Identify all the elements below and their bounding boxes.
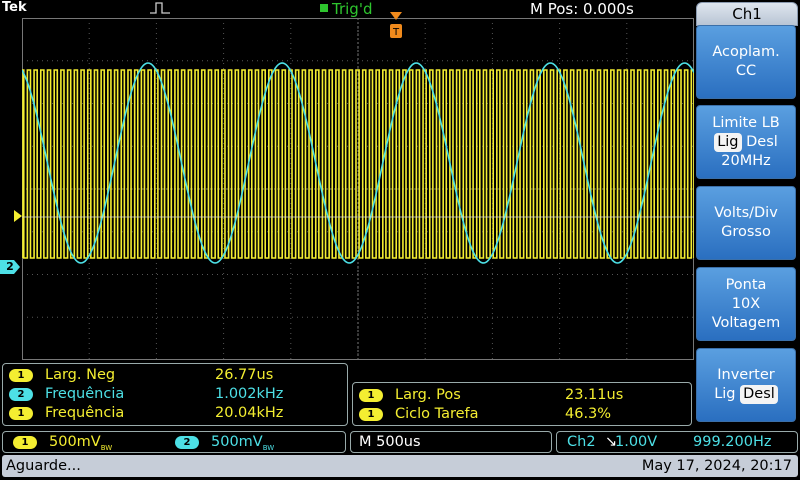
- measurement-value: 1.002kHz: [215, 386, 284, 402]
- bandwidth-limit-label: Limite LB: [712, 114, 780, 131]
- ch1-ground-marker-icon[interactable]: [14, 210, 22, 222]
- probe-attenuation: 10X: [731, 295, 761, 312]
- probe-label: Ponta: [725, 276, 767, 293]
- measurement-label: Frequência: [45, 386, 125, 402]
- measurement-label: Ciclo Tarefa: [395, 406, 479, 422]
- trigger-status-label: Trig'd: [332, 0, 373, 18]
- status-message: Aguarde...: [6, 458, 81, 474]
- measurements-panel-right: 1 Larg. Pos 23.11us 1 Ciclo Tarefa 46.3%: [352, 382, 692, 426]
- ch1-badge: 1: [359, 408, 383, 421]
- measurement-row: 1 Larg. Pos 23.11us: [359, 386, 623, 404]
- top-status-bar: Tek Trig'd M Pos: 0.000s: [0, 0, 694, 18]
- volts-div-label: Volts/Div: [714, 205, 778, 221]
- trigger-source: Ch2: [567, 434, 596, 450]
- ch2-bw-indicator: BW: [262, 443, 275, 452]
- coupling-button[interactable]: Acoplam. CC: [696, 25, 796, 99]
- horizontal-position: M Pos: 0.000s: [530, 0, 634, 18]
- volts-div-value: Grosso: [721, 224, 771, 240]
- side-menu-title: Ch1: [696, 2, 798, 26]
- measurement-value: 26.77us: [215, 367, 274, 383]
- measurement-value: 20.04kHz: [215, 405, 284, 421]
- measurement-label: Frequência: [45, 405, 125, 421]
- measurement-row: 1 Ciclo Tarefa 46.3%: [359, 405, 611, 423]
- svg-text:T: T: [392, 27, 400, 38]
- ch1-badge: 1: [13, 436, 37, 449]
- ch2-scale-value: 500mV: [211, 434, 263, 450]
- timebase-readout[interactable]: M 500us: [350, 431, 552, 453]
- probe-type: Voltagem: [711, 314, 781, 331]
- probe-button[interactable]: Ponta 10X Voltagem: [696, 267, 796, 341]
- brand-logo: Tek: [2, 0, 27, 15]
- measurement-label: Larg. Pos: [395, 387, 461, 403]
- trigger-readout[interactable]: Ch2 ↘ 1.00V 999.200Hz: [556, 431, 798, 453]
- measurement-row: 2 Frequência 1.002kHz: [9, 385, 283, 403]
- volts-div-button[interactable]: Volts/Div Grosso: [696, 186, 796, 260]
- timebase-value: M 500us: [359, 434, 421, 450]
- status-datetime: May 17, 2024, 20:17: [641, 458, 792, 474]
- bandwidth-limit-value: 20MHz: [721, 152, 771, 169]
- ch2-badge: 2: [175, 436, 199, 449]
- ch2-scale[interactable]: 500mVBW: [211, 432, 274, 458]
- invert-on-option: Lig: [714, 386, 736, 402]
- invert-button[interactable]: Inverter Lig Desl: [696, 348, 796, 422]
- bandwidth-off-option: Desl: [746, 133, 778, 150]
- bandwidth-on-option: Lig: [714, 132, 742, 152]
- invert-label: Inverter: [717, 367, 775, 383]
- trigger-status: Trig'd: [320, 0, 372, 18]
- channel-readout[interactable]: 1 500mVBW 2 500mVBW: [2, 431, 346, 453]
- ch1-scale[interactable]: 500mVBW: [49, 432, 112, 458]
- ch1-bw-indicator: BW: [100, 443, 113, 452]
- trigger-status-icon: [320, 4, 328, 12]
- ch2-ground-marker[interactable]: 2: [0, 260, 20, 274]
- ch2-badge: 2: [9, 388, 33, 401]
- measurement-label: Larg. Neg: [45, 367, 116, 383]
- ch1-badge: 1: [9, 369, 33, 382]
- measurement-value: 23.11us: [565, 387, 624, 403]
- bandwidth-limit-button[interactable]: Limite LB Lig Desl 20MHz: [696, 105, 796, 179]
- measurement-value: 46.3%: [565, 406, 612, 422]
- trigger-position-icon[interactable]: T: [389, 12, 403, 42]
- measurements-panel-left: 1 Larg. Neg 26.77us 2 Frequência 1.002kH…: [2, 363, 348, 426]
- trigger-level: 1.00V: [615, 434, 658, 450]
- ch1-badge: 1: [9, 407, 33, 420]
- status-bar: Aguarde... May 17, 2024, 20:17: [2, 455, 798, 477]
- coupling-value: CC: [735, 63, 757, 79]
- trigger-frequency: 999.200Hz: [693, 434, 772, 450]
- ch1-scale-value: 500mV: [49, 434, 101, 450]
- coupling-label: Acoplam.: [712, 44, 780, 60]
- acquisition-pulse-icon: [150, 2, 170, 14]
- ch1-badge: 1: [359, 389, 383, 402]
- side-menu: Ch1 Acoplam. CC Limite LB Lig Desl 20MHz…: [694, 0, 800, 426]
- measurement-row: 1 Larg. Neg 26.77us: [9, 366, 273, 384]
- invert-off-option: Desl: [740, 385, 778, 404]
- measurement-row: 1 Frequência 20.04kHz: [9, 404, 283, 422]
- waveform-display[interactable]: [22, 18, 694, 360]
